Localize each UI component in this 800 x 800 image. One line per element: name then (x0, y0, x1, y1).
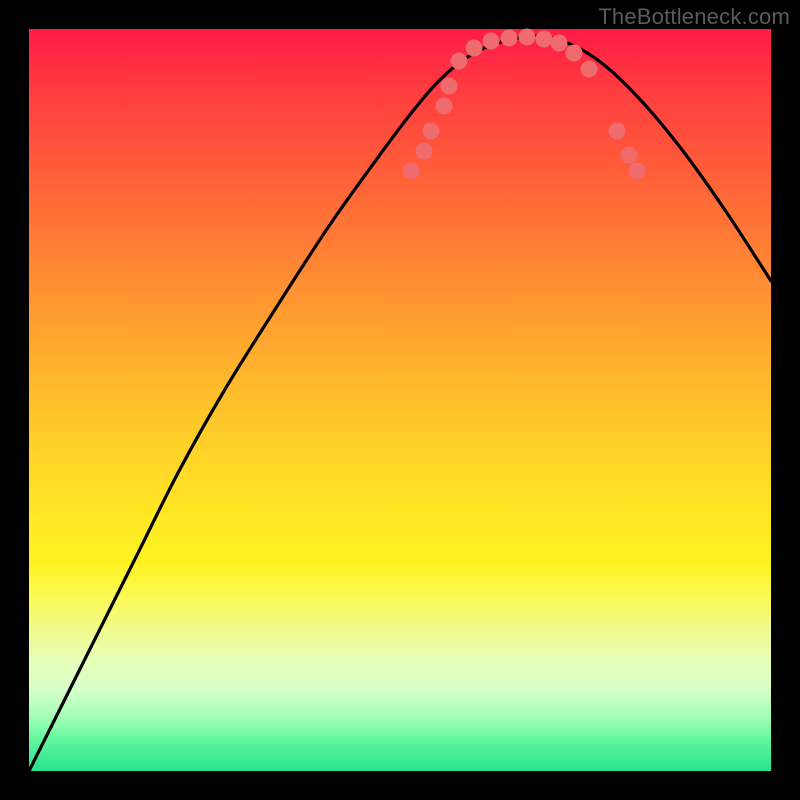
data-dot (519, 29, 536, 46)
chart-frame: TheBottleneck.com (0, 0, 800, 800)
data-dot (436, 98, 453, 115)
data-dot (629, 163, 646, 180)
watermark-text: TheBottleneck.com (598, 4, 790, 30)
data-dot (441, 78, 458, 95)
bottleneck-curve (29, 36, 771, 771)
data-dots (403, 29, 646, 180)
data-dot (483, 33, 500, 50)
data-dot (423, 123, 440, 140)
data-dot (403, 163, 420, 180)
data-dot (416, 143, 433, 160)
data-dot (551, 35, 568, 52)
data-dot (581, 61, 598, 78)
data-dot (501, 30, 518, 47)
data-dot (536, 31, 553, 48)
data-dot (466, 40, 483, 57)
data-dot (566, 45, 583, 62)
data-dot (451, 53, 468, 70)
curve-layer (29, 29, 771, 771)
data-dot (621, 147, 638, 164)
data-dot (609, 123, 626, 140)
